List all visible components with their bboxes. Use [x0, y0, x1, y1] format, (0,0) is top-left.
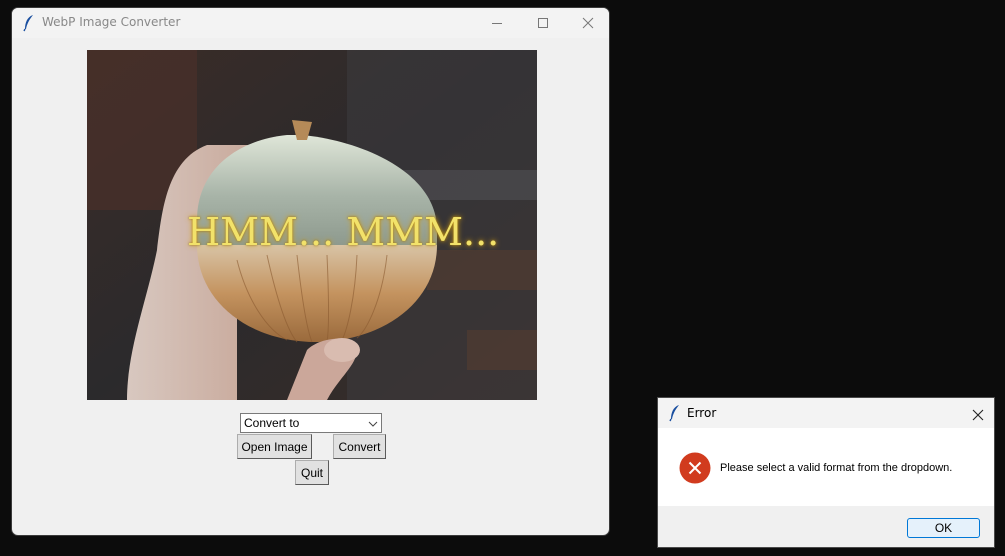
- ok-button[interactable]: OK: [907, 518, 980, 538]
- title-bar[interactable]: WebP Image Converter: [12, 8, 609, 38]
- dialog-title-bar[interactable]: Error: [658, 398, 994, 428]
- image-overlay-text: HMM... MMM...: [187, 210, 500, 254]
- maximize-button[interactable]: [520, 8, 566, 38]
- minimize-icon: [491, 17, 503, 29]
- window-title: WebP Image Converter: [42, 15, 181, 29]
- error-icon: [679, 452, 711, 484]
- dialog-close-button[interactable]: [972, 406, 984, 425]
- maximize-icon: [537, 17, 549, 29]
- open-image-button[interactable]: Open Image: [237, 434, 312, 459]
- close-icon: [972, 406, 984, 425]
- close-button[interactable]: [565, 8, 609, 38]
- format-dropdown-value: Convert to: [244, 416, 300, 430]
- feather-icon: [668, 404, 682, 422]
- main-window: WebP Image Converter HMM... MMM... Conve…: [11, 7, 610, 536]
- preview-image: HMM... MMM...: [87, 50, 537, 400]
- dialog-message: Please select a valid format from the dr…: [720, 462, 953, 474]
- close-icon: [582, 17, 594, 29]
- feather-icon: [22, 14, 36, 32]
- chevron-down-icon: [368, 418, 378, 432]
- format-dropdown[interactable]: Convert to: [240, 413, 382, 433]
- quit-button[interactable]: Quit: [295, 460, 329, 485]
- convert-button[interactable]: Convert: [333, 434, 386, 459]
- dialog-title: Error: [687, 406, 717, 420]
- error-dialog: Error Please select a valid format from …: [657, 397, 995, 548]
- minimize-button[interactable]: [474, 8, 520, 38]
